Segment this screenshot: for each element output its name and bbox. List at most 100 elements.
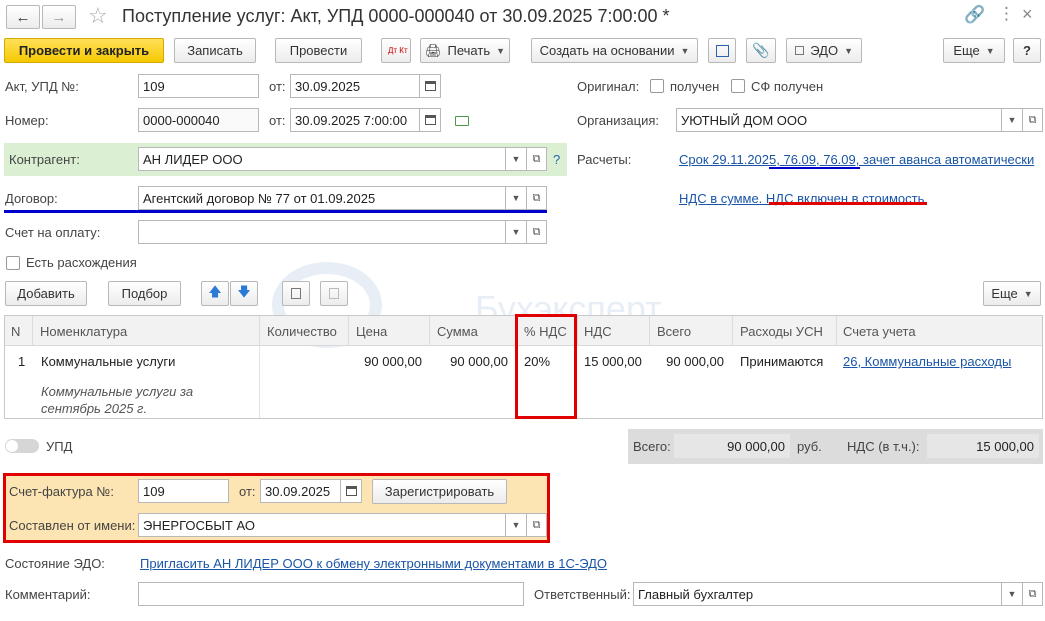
invoice-payment-label: Счет на оплату: bbox=[5, 225, 101, 240]
row-account-link[interactable]: 26, Коммунальные расходы bbox=[843, 354, 1011, 369]
create-based-on-button[interactable]: Создать на основании ▼ bbox=[531, 38, 698, 63]
number-label: Номер: bbox=[5, 113, 49, 128]
responsible-input[interactable]: Главный бухгалтер bbox=[633, 582, 1002, 606]
print-button[interactable]: 🖨 Печать ▼ bbox=[420, 38, 510, 63]
arrow-down-icon: 🡇 bbox=[237, 283, 251, 299]
act-date-label: от: bbox=[269, 79, 286, 94]
sf-received-checkbox[interactable] bbox=[731, 79, 745, 93]
link-icon[interactable]: 🔗 bbox=[964, 5, 985, 25]
col-total[interactable]: Всего bbox=[651, 316, 733, 346]
contractor-dropdown[interactable]: ▼ bbox=[505, 147, 527, 171]
responsible-open-button[interactable]: ⧉ bbox=[1022, 582, 1043, 606]
settlements-label: Расчеты: bbox=[577, 152, 632, 167]
attach-button[interactable]: 📎 bbox=[746, 38, 776, 63]
paste-rows-button[interactable] bbox=[320, 281, 348, 306]
organization-input[interactable]: УЮТНЫЙ ДОМ ООО bbox=[676, 108, 1002, 132]
move-up-button[interactable]: 🡅 bbox=[201, 281, 229, 306]
save-button[interactable]: Записать bbox=[174, 38, 256, 63]
add-row-button[interactable]: Добавить bbox=[5, 281, 87, 306]
col-qty[interactable]: Количество bbox=[261, 316, 349, 346]
forward-button[interactable]: → bbox=[42, 5, 76, 29]
move-down-button[interactable]: 🡇 bbox=[230, 281, 258, 306]
dtkt-icon: Дт Кт bbox=[388, 45, 408, 55]
contract-blue-underline bbox=[4, 210, 547, 213]
edo-state-label: Состояние ЭДО: bbox=[5, 556, 105, 571]
open-icon: ⧉ bbox=[532, 152, 541, 165]
act-date-input[interactable]: 30.09.2025 bbox=[290, 74, 420, 98]
totals-vat-value: 15 000,00 bbox=[927, 434, 1039, 458]
issued-by-dropdown[interactable]: ▼ bbox=[505, 513, 527, 537]
pick-button[interactable]: Подбор bbox=[108, 281, 181, 306]
paperclip-icon: 📎 bbox=[752, 42, 770, 58]
issued-by-input[interactable]: ЭНЕРГОСБЫТ АО bbox=[138, 513, 506, 537]
original-received-checkbox[interactable] bbox=[650, 79, 664, 93]
invoice-date-input[interactable]: 30.09.2025 bbox=[260, 479, 341, 503]
contract-dropdown[interactable]: ▼ bbox=[505, 186, 527, 210]
upd-toggle-label: УПД bbox=[46, 439, 73, 454]
col-item[interactable]: Номенклатура bbox=[34, 316, 260, 346]
copy-rows-button[interactable] bbox=[282, 281, 310, 306]
contractor-input[interactable]: АН ЛИДЕР ООО bbox=[138, 147, 506, 171]
number-date-input[interactable]: 30.09.2025 7:00:00 bbox=[290, 108, 420, 132]
issued-by-label: Составлен от имени: bbox=[9, 518, 136, 533]
chevron-down-icon: ▼ bbox=[511, 154, 521, 164]
post-button[interactable]: Провести bbox=[275, 38, 362, 63]
edo-button[interactable]: ЭДО ▼ bbox=[786, 38, 862, 63]
number-input[interactable]: 0000-000040 bbox=[138, 108, 259, 132]
structure-button[interactable] bbox=[708, 38, 736, 63]
contract-input[interactable]: Агентский договор № 77 от 01.09.2025 bbox=[138, 186, 506, 210]
contract-label: Договор: bbox=[5, 191, 58, 206]
edo-invite-link[interactable]: Пригласить АН ЛИДЕР ООО к обмену электро… bbox=[140, 556, 607, 571]
number-date-calendar-button[interactable] bbox=[419, 108, 441, 132]
dtkt-button[interactable]: Дт Кт bbox=[381, 38, 411, 63]
arrow-left-icon: ← bbox=[15, 8, 31, 26]
star-icon[interactable]: ☆ bbox=[88, 3, 108, 29]
chevron-down-icon: ▼ bbox=[680, 45, 690, 56]
col-sum[interactable]: Сумма bbox=[431, 316, 517, 346]
row-item-note: Коммунальные услуги за сентябрь 2025 г. bbox=[41, 384, 194, 416]
act-date-calendar-button[interactable] bbox=[419, 74, 441, 98]
open-icon: ⧉ bbox=[1028, 587, 1037, 600]
contractor-open-button[interactable]: ⧉ bbox=[526, 147, 547, 171]
table-more-button[interactable]: Еще ▼ bbox=[983, 281, 1041, 306]
open-icon: ⧉ bbox=[532, 225, 541, 238]
act-number-input[interactable]: 109 bbox=[138, 74, 259, 98]
comment-green-icon[interactable] bbox=[455, 116, 469, 126]
invoice-number-input[interactable]: 109 bbox=[138, 479, 229, 503]
back-button[interactable]: ← bbox=[6, 5, 40, 29]
open-icon: ⧉ bbox=[532, 518, 541, 531]
more-button[interactable]: Еще ▼ bbox=[943, 38, 1005, 63]
invoice-payment-open-button[interactable]: ⧉ bbox=[526, 220, 547, 244]
col-price[interactable]: Цена bbox=[350, 316, 430, 346]
contract-open-button[interactable]: ⧉ bbox=[526, 186, 547, 210]
invoice-date-calendar-button[interactable] bbox=[340, 479, 362, 503]
help-button[interactable]: ? bbox=[1013, 38, 1041, 63]
issued-by-open-button[interactable]: ⧉ bbox=[526, 513, 547, 537]
register-button[interactable]: Зарегистрировать bbox=[372, 479, 507, 504]
responsible-label: Ответственный: bbox=[534, 587, 631, 602]
organization-dropdown[interactable]: ▼ bbox=[1001, 108, 1023, 132]
col-vat[interactable]: НДС bbox=[578, 316, 650, 346]
settlements-link[interactable]: Срок 29.11.2025, 76.09, 76.09, зачет ава… bbox=[679, 152, 1034, 167]
col-n[interactable]: N bbox=[5, 316, 33, 346]
upd-toggle[interactable] bbox=[5, 439, 39, 453]
calendar-icon bbox=[424, 81, 436, 91]
close-icon[interactable]: × bbox=[1022, 4, 1033, 25]
discrepancy-checkbox[interactable] bbox=[6, 256, 20, 270]
post-and-close-button[interactable]: Провести и закрыть bbox=[4, 38, 164, 63]
comment-label: Комментарий: bbox=[5, 587, 91, 602]
col-accounts[interactable]: Счета учета bbox=[837, 316, 1042, 346]
help-question-icon[interactable]: ? bbox=[553, 152, 560, 167]
comment-input[interactable] bbox=[138, 582, 524, 606]
col-usn[interactable]: Расходы УСН bbox=[734, 316, 837, 346]
chevron-down-icon: ▼ bbox=[985, 45, 995, 56]
row-sum: 90 000,00 bbox=[450, 354, 508, 369]
edo-icon bbox=[795, 46, 805, 55]
more-menu-icon[interactable]: ⋮ bbox=[998, 4, 1015, 24]
paste-icon bbox=[329, 288, 339, 299]
invoice-payment-dropdown[interactable]: ▼ bbox=[505, 220, 527, 244]
totals-currency: руб. bbox=[797, 439, 822, 454]
organization-open-button[interactable]: ⧉ bbox=[1022, 108, 1043, 132]
responsible-dropdown[interactable]: ▼ bbox=[1001, 582, 1023, 606]
invoice-payment-input[interactable] bbox=[138, 220, 506, 244]
